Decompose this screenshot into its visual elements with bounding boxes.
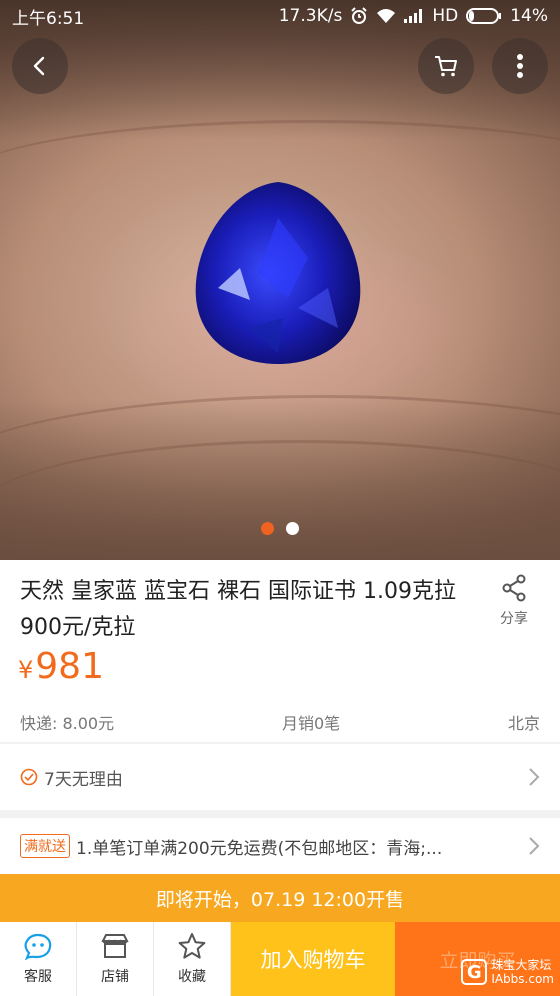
product-photo[interactable] (0, 0, 560, 560)
product-price: ¥981 (18, 646, 104, 687)
ship-from-location: 北京 (507, 714, 540, 733)
network-type: HD (432, 6, 459, 26)
watermark-line1: 珠宝大家坛 (491, 958, 552, 972)
more-vertical-icon (517, 54, 523, 78)
gallery-pagination (0, 522, 560, 535)
shipping-fee: 快递: 8.00元 (20, 714, 115, 733)
share-icon (502, 574, 526, 602)
check-circle-icon (20, 768, 38, 786)
chevron-right-icon (529, 837, 540, 855)
cart-icon (435, 56, 457, 77)
signal-icon (404, 9, 424, 23)
promotion-row[interactable]: 满就送 1.单笔订单满200元免运费(不包邮地区：青海;... (0, 818, 560, 874)
favorite-tab[interactable]: 收藏 (154, 922, 231, 996)
shop-label: 店铺 (101, 969, 129, 985)
back-arrow-icon (33, 56, 45, 76)
store-icon (101, 934, 129, 958)
product-info-panel: 天然 皇家蓝 蓝宝石 裸石 国际证书 1.09克拉 900元/克拉 分享 ¥98… (0, 560, 560, 742)
share-label: 分享 (500, 611, 528, 627)
customer-service-label: 客服 (24, 969, 52, 985)
watermark-logo: G 珠宝大家坛 IAbbs.com (461, 958, 554, 986)
watermark-line2: IAbbs.com (491, 972, 554, 986)
product-title: 天然 皇家蓝 蓝宝石 裸石 国际证书 1.09克拉 900元/克拉 (20, 579, 456, 640)
pagination-dot-active[interactable] (261, 522, 274, 535)
promo-text: 1.单笔订单满200元免运费(不包邮地区：青海;... (76, 838, 443, 859)
chat-bubble-icon (24, 933, 52, 960)
promo-badge: 满就送 (20, 834, 70, 858)
currency-symbol: ¥ (18, 656, 34, 684)
service-guarantee-row[interactable]: 7天无理由 (0, 744, 560, 810)
price-value: 981 (35, 646, 104, 687)
favorite-label: 收藏 (178, 969, 206, 985)
sale-start-notice: 即将开始，07.19 12:00开售 (0, 874, 560, 922)
pagination-dot[interactable] (286, 522, 299, 535)
more-options-button[interactable] (492, 38, 548, 94)
customer-service-tab[interactable]: 客服 (0, 922, 77, 996)
back-button[interactable] (12, 38, 68, 94)
return-policy-text: 7天无理由 (44, 769, 123, 790)
shop-tab[interactable]: 店铺 (77, 922, 154, 996)
network-speed: 17.3K/s (278, 6, 343, 26)
wifi-icon (376, 8, 396, 24)
share-button[interactable]: 分享 (494, 574, 534, 628)
sapphire-gem-image (195, 182, 361, 364)
cart-button[interactable] (418, 38, 474, 94)
star-icon (178, 933, 206, 959)
bottom-action-bar: 客服 店铺 收藏 加入购物车 立即购买 G 珠宝大家坛 IAbbs.com (0, 922, 560, 996)
status-time: 上午6:51 (12, 8, 85, 29)
watermark-logo-mark: G (461, 959, 488, 985)
battery-icon (466, 8, 502, 24)
chevron-right-icon (529, 768, 540, 786)
monthly-sales: 月销0笔 (281, 714, 341, 733)
alarm-icon (350, 7, 368, 25)
product-meta: 快递: 8.00元 月销0笔 北京 (20, 710, 540, 734)
product-detail-screen: 上午6:51 17.3K/s HD 14% 天然 皇家蓝 蓝宝石 裸石 国际证书… (0, 0, 560, 996)
buy-now-button[interactable]: 立即购买 G 珠宝大家坛 IAbbs.com (395, 922, 560, 996)
status-bar: 上午6:51 17.3K/s HD 14% (0, 0, 560, 32)
battery-level: 14% (510, 6, 548, 26)
add-to-cart-button[interactable]: 加入购物车 (231, 922, 395, 996)
